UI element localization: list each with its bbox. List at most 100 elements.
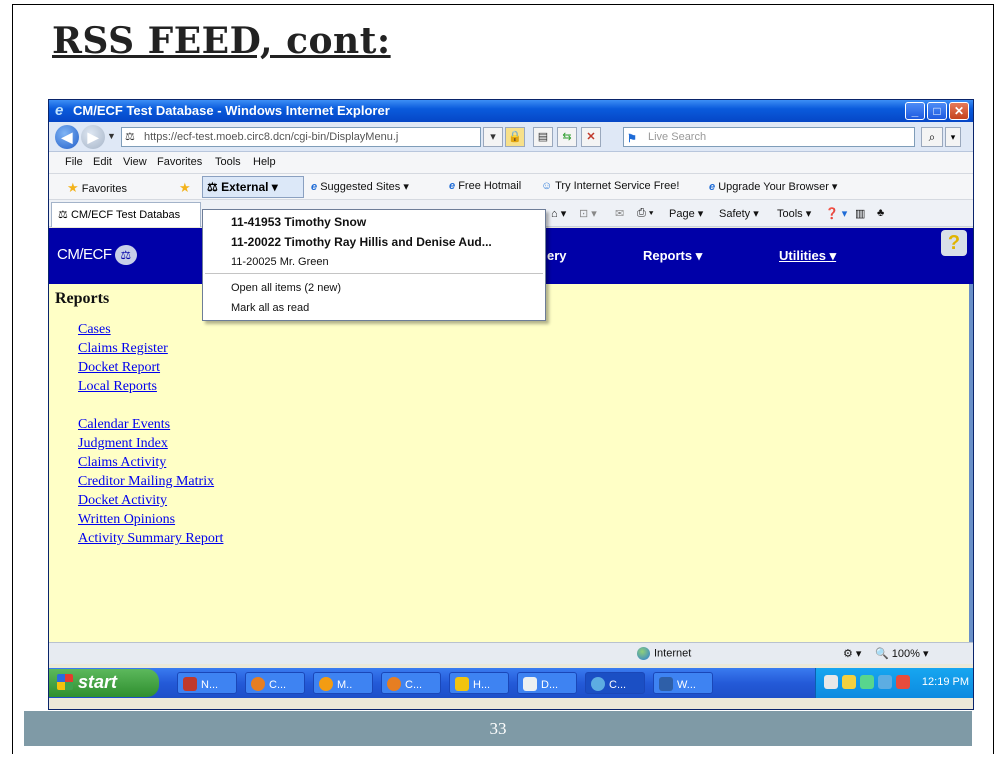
app-icon: [319, 677, 333, 691]
try-internet-link[interactable]: ☺ Try Internet Service Free!: [541, 180, 679, 192]
cmecf-logo[interactable]: CM/ECF ⚖: [57, 245, 137, 265]
mark-all-as-read[interactable]: Mark all as read: [231, 302, 309, 314]
task-button[interactable]: N...: [177, 672, 237, 694]
reports-menu[interactable]: Reports ▾: [643, 248, 702, 264]
link-calendar-events[interactable]: Calendar Events: [78, 415, 223, 434]
print-icon[interactable]: ⎙ ▾: [637, 207, 653, 220]
task-button[interactable]: C...: [245, 672, 305, 694]
link-docket-activity[interactable]: Docket Activity: [78, 491, 223, 510]
menu-help[interactable]: Help: [253, 156, 276, 168]
compatibility-view-icon[interactable]: ▤: [533, 127, 553, 147]
url-dropdown-button[interactable]: ▾: [483, 127, 503, 147]
system-tray: 12:19 PM: [815, 668, 973, 698]
site-favicon-icon: ⚖: [58, 209, 68, 221]
task-button[interactable]: H...: [449, 672, 509, 694]
task-button-active[interactable]: C...: [585, 672, 645, 694]
safety-menu[interactable]: Safety ▾: [719, 207, 759, 220]
people-icon: ☺: [541, 180, 553, 192]
feed-item[interactable]: 11-41953 Timothy Snow: [231, 215, 366, 229]
query-menu[interactable]: ery: [547, 248, 567, 263]
upgrade-browser-link[interactable]: e Upgrade Your Browser ▾: [709, 180, 837, 193]
status-bar: Internet ⚙ ▾ 🔍 100% ▾: [49, 642, 973, 664]
link-judgment-index[interactable]: Judgment Index: [78, 434, 223, 453]
page-heading: Reports: [55, 290, 110, 307]
read-mail-icon[interactable]: ✉: [615, 207, 624, 220]
forward-button[interactable]: ▶: [81, 125, 105, 149]
favorites-button[interactable]: ★ Favorites: [67, 180, 127, 196]
link-claims-register[interactable]: Claims Register: [78, 339, 223, 358]
task-button[interactable]: C...: [381, 672, 441, 694]
page-content: Reports Cases Claims Register Docket Rep…: [49, 284, 973, 642]
task-button[interactable]: M..: [313, 672, 373, 694]
refresh-icon[interactable]: ⇆: [557, 127, 577, 147]
maximize-button[interactable]: □: [927, 102, 947, 120]
menu-tools[interactable]: Tools: [215, 156, 241, 168]
protected-mode-icon[interactable]: ⚙ ▾: [843, 647, 861, 660]
antivirus-icon[interactable]: [896, 675, 910, 689]
network-icon[interactable]: [824, 675, 838, 689]
task-button[interactable]: W...: [653, 672, 713, 694]
menu-edit[interactable]: Edit: [93, 156, 112, 168]
close-button[interactable]: ✕: [949, 102, 969, 120]
suggested-sites-button[interactable]: e Suggested Sites ▾: [311, 180, 409, 193]
add-favorite-icon[interactable]: ★: [179, 180, 191, 196]
task-button[interactable]: D...: [517, 672, 577, 694]
feed-scale-icon: ⚖: [207, 180, 218, 194]
page-number: 33: [489, 719, 507, 738]
shield-icon[interactable]: [842, 675, 856, 689]
menu-view[interactable]: View: [123, 156, 147, 168]
messenger-icon[interactable]: ♣: [877, 207, 884, 219]
link-creditor-mailing-matrix[interactable]: Creditor Mailing Matrix: [78, 472, 223, 491]
title-bar[interactable]: e CM/ECF Test Database - Windows Interne…: [49, 100, 973, 122]
minimize-button[interactable]: _: [905, 102, 925, 120]
ie-icon: e: [449, 180, 456, 192]
menu-file[interactable]: File: [65, 156, 83, 168]
search-options-icon[interactable]: ▾: [945, 127, 961, 147]
link-activity-summary-report[interactable]: Activity Summary Report: [78, 529, 223, 548]
link-cases[interactable]: Cases: [78, 320, 223, 339]
report-links: Cases Claims Register Docket Report Loca…: [78, 320, 223, 548]
start-button[interactable]: start: [49, 669, 159, 697]
home-icon[interactable]: ⌂ ▾: [551, 207, 566, 220]
tray-icon[interactable]: [860, 675, 874, 689]
menu-favorites[interactable]: Favorites: [157, 156, 202, 168]
link-local-reports[interactable]: Local Reports: [78, 377, 223, 396]
feed-item[interactable]: 11-20022 Timothy Ray Hillis and Denise A…: [231, 235, 492, 249]
tools-menu[interactable]: Tools ▾: [777, 207, 811, 220]
link-claims-activity[interactable]: Claims Activity: [78, 453, 223, 472]
slide-footer: 33: [24, 711, 972, 746]
url-input[interactable]: ⚖ https://ecf-test.moeb.circ8.dcn/cgi-bi…: [121, 127, 481, 147]
feed-item[interactable]: 11-20025 Mr. Green: [231, 256, 329, 268]
search-input[interactable]: ⚑ Live Search: [623, 127, 915, 147]
taskbar: start N... C... M.. C... H... D... C... …: [49, 668, 973, 698]
tab-cmecf[interactable]: ⚖ CM/ECF Test Databas: [51, 202, 201, 227]
cmecf-help-button[interactable]: ?: [941, 230, 967, 256]
site-favicon-icon: ⚖: [125, 131, 135, 143]
security-zone[interactable]: Internet: [637, 647, 691, 660]
ie-logo-icon: e: [55, 102, 64, 119]
free-hotmail-link[interactable]: e Free Hotmail: [449, 180, 521, 192]
recent-pages-dropdown-icon[interactable]: ▼: [107, 131, 116, 141]
search-icon[interactable]: ⌕: [921, 127, 943, 147]
folder-icon: [455, 677, 469, 691]
feeds-icon[interactable]: ⊡ ▾: [579, 207, 597, 220]
help-icon[interactable]: ❓ ▾: [825, 207, 847, 220]
dropdown-separator: [205, 273, 543, 274]
page-menu[interactable]: Page ▾: [669, 207, 703, 220]
link-docket-report[interactable]: Docket Report: [78, 358, 223, 377]
star-icon: ★: [67, 180, 79, 195]
open-all-items[interactable]: Open all items (2 new): [231, 282, 341, 294]
external-feed-button[interactable]: ⚖ External ▾: [202, 176, 304, 198]
stop-icon[interactable]: ✕: [581, 127, 601, 147]
link-written-opinions[interactable]: Written Opinions: [78, 510, 223, 529]
zoom-control[interactable]: 🔍 100% ▾: [875, 647, 928, 660]
tray-icon[interactable]: [878, 675, 892, 689]
utilities-menu[interactable]: Utilities ▾: [779, 248, 836, 264]
live-search-icon: ⚑: [627, 133, 637, 145]
window-title: CM/ECF Test Database - Windows Internet …: [73, 103, 390, 118]
back-button[interactable]: ◀: [55, 125, 79, 149]
lock-icon[interactable]: 🔒: [505, 127, 525, 147]
word-icon: [659, 677, 673, 691]
page-scrollbar[interactable]: [969, 284, 973, 642]
research-icon[interactable]: ▥: [855, 207, 865, 220]
